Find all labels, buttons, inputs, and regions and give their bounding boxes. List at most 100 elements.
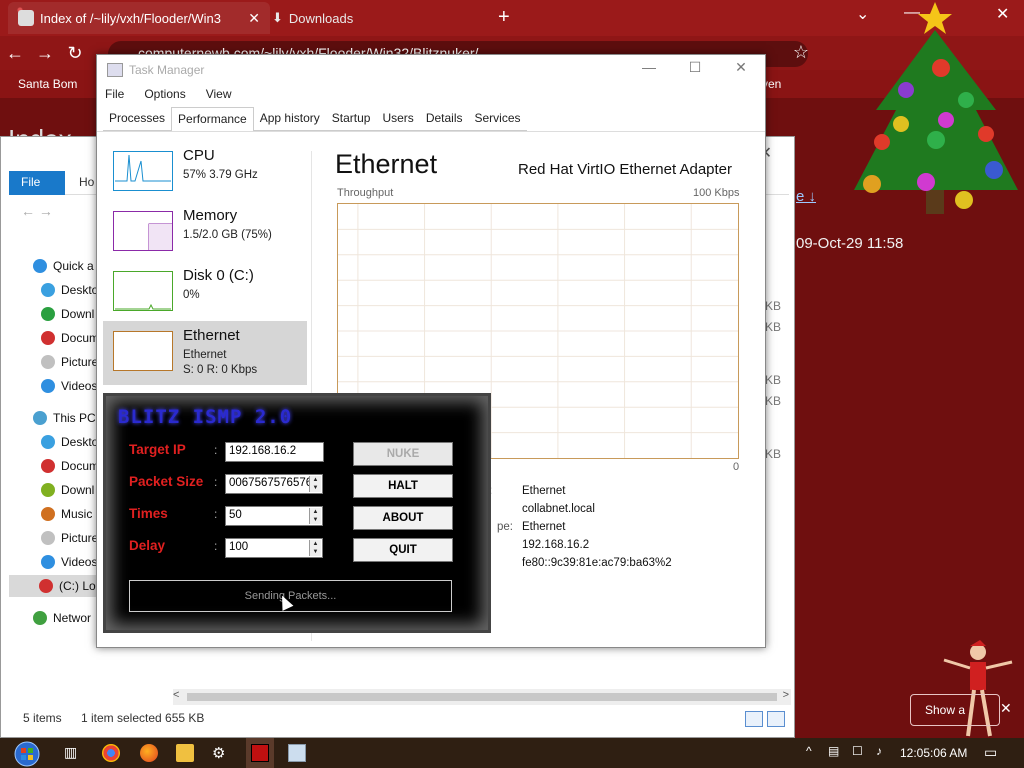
- tab-startup[interactable]: Startup: [325, 107, 377, 131]
- file-explorer-icon[interactable]: [176, 744, 194, 762]
- nav-item[interactable]: Downl: [41, 479, 94, 501]
- settings-gear-icon[interactable]: ⚙: [212, 744, 230, 762]
- nav-item[interactable]: This PC: [33, 407, 96, 429]
- clock[interactable]: 12:05:06 AM: [900, 746, 967, 760]
- minimize-icon[interactable]: —: [627, 59, 671, 81]
- tab-performance[interactable]: Performance: [171, 107, 254, 131]
- back-icon[interactable]: ←: [0, 43, 30, 64]
- label-colon: :: [214, 475, 218, 489]
- packet-size-input[interactable]: 0067567576576 ▲ ▼: [225, 474, 323, 494]
- show-hidden-icons-icon[interactable]: ^: [806, 744, 812, 758]
- nav-item[interactable]: Docum: [41, 455, 99, 477]
- nav-item[interactable]: Quick a: [33, 255, 94, 277]
- explorer-back-forward[interactable]: ← →: [21, 203, 53, 219]
- label-colon: :: [214, 539, 218, 553]
- blitz-app-icon[interactable]: [251, 744, 269, 762]
- tab-details[interactable]: Details: [419, 107, 469, 131]
- tab-bar: Processes Performance App history Startu…: [103, 107, 527, 131]
- notifications-icon[interactable]: ▭: [984, 744, 997, 761]
- large-icons-view-icon[interactable]: [767, 711, 785, 727]
- menu-file[interactable]: File: [105, 87, 124, 101]
- spinner-arrows-icon[interactable]: ▲ ▼: [309, 508, 321, 524]
- videos-icon: [41, 555, 55, 569]
- firefox-icon[interactable]: [140, 744, 158, 762]
- scroll-right-icon[interactable]: >: [783, 689, 789, 701]
- chrome-icon[interactable]: [102, 744, 120, 762]
- volume-icon[interactable]: ♪: [876, 744, 882, 758]
- new-tab-icon[interactable]: +: [498, 6, 510, 29]
- spinner-arrows-icon[interactable]: ▲ ▼: [309, 540, 321, 556]
- nav-item[interactable]: Videos: [41, 551, 97, 573]
- nav-item[interactable]: Videos: [41, 375, 97, 397]
- perf-item-value: 1.5/2.0 GB (75%): [183, 229, 272, 241]
- menu-bar: File Options View: [105, 87, 232, 101]
- task-manager-icon[interactable]: [288, 744, 306, 762]
- perf-item-memory[interactable]: Memory 1.5/2.0 GB (75%): [103, 201, 307, 265]
- network-icon[interactable]: ☐: [852, 744, 863, 758]
- nav-item-label: Downl: [61, 307, 95, 321]
- close-tab-icon[interactable]: ✕: [248, 10, 260, 27]
- perf-item-name: Ethernet: [183, 327, 240, 344]
- perf-item-name: Disk 0 (C:): [183, 267, 254, 284]
- target-ip-input[interactable]: 192.168.16.2: [225, 442, 324, 462]
- pictures-icon: [41, 355, 55, 369]
- nav-item[interactable]: Deskto: [41, 279, 98, 301]
- details-view-icon[interactable]: [745, 711, 763, 727]
- perf-item-ethernet[interactable]: Ethernet Ethernet S: 0 R: 0 Kbps: [103, 321, 307, 385]
- nav-item[interactable]: Networ: [33, 607, 91, 629]
- show-all-downloads-button[interactable]: Show a: [910, 694, 1000, 726]
- nav-item[interactable]: Music: [41, 503, 92, 525]
- close-downloads-bar-icon[interactable]: ✕: [1000, 700, 1012, 717]
- bookmark-item[interactable]: Santa Bom: [18, 77, 77, 91]
- tab-users[interactable]: Users: [376, 107, 420, 131]
- drive-icon: [39, 579, 53, 593]
- start-orb-icon[interactable]: [8, 741, 46, 767]
- times-input[interactable]: 50 ▲ ▼: [225, 506, 323, 526]
- menu-options[interactable]: Options: [144, 87, 185, 101]
- nav-item-label: Docum: [61, 331, 100, 345]
- nav-item[interactable]: Docum: [41, 327, 99, 349]
- scrollbar-thumb[interactable]: [187, 693, 777, 701]
- horizontal-scrollbar[interactable]: < >: [173, 689, 791, 705]
- menu-view[interactable]: View: [206, 87, 232, 101]
- prop-value: Ethernet: [522, 521, 566, 533]
- ribbon-file-tab[interactable]: File: [9, 171, 65, 195]
- browser-tab-active[interactable]: Index of /~lily/vxh/Flooder/Win3 ✕: [8, 2, 270, 34]
- pictures-icon: [41, 531, 55, 545]
- scroll-left-icon[interactable]: <: [173, 689, 179, 701]
- tab-services[interactable]: Services: [468, 107, 527, 131]
- about-button[interactable]: ABOUT: [353, 506, 453, 530]
- nuke-button[interactable]: NUKE: [353, 442, 453, 466]
- spinner-arrows-icon[interactable]: ▲ ▼: [309, 476, 321, 492]
- taskbar: ▥ ⚙ ^ ▤ ☐ ♪ 12:05:06 AM ▭: [0, 738, 1024, 768]
- storage-icon[interactable]: ▤: [828, 744, 839, 758]
- bookmark-star-icon[interactable]: ☆: [786, 42, 816, 63]
- nav-item-label: Picture: [61, 531, 99, 545]
- delay-value: 100: [229, 541, 249, 553]
- nav-item[interactable]: Picture: [41, 351, 98, 373]
- nav-item[interactable]: Picture: [41, 527, 98, 549]
- perf-item-cpu[interactable]: CPU 57% 3.79 GHz: [103, 141, 307, 205]
- tab-processes[interactable]: Processes: [103, 107, 172, 131]
- ribbon-home-tab[interactable]: Ho: [79, 175, 94, 189]
- halt-button[interactable]: HALT: [353, 474, 453, 498]
- prop-value: Ethernet: [522, 485, 566, 497]
- delay-input[interactable]: 100 ▲ ▼: [225, 538, 323, 558]
- reload-icon[interactable]: ↻: [60, 43, 90, 64]
- forward-icon[interactable]: →: [30, 43, 60, 64]
- nav-item[interactable]: Deskto: [41, 431, 98, 453]
- page-link[interactable]: e ↓: [796, 188, 816, 205]
- prop-value: 192.168.16.2: [522, 539, 590, 551]
- task-view-icon[interactable]: ▥: [64, 744, 82, 762]
- maximize-icon[interactable]: ☐: [673, 59, 717, 81]
- quit-button[interactable]: QUIT: [353, 538, 453, 562]
- christmas-tree-icon: [854, 2, 1018, 214]
- times-label: Times: [129, 506, 168, 521]
- nav-item[interactable]: Downl: [41, 303, 94, 325]
- tab-app-history[interactable]: App history: [253, 107, 326, 131]
- browser-tab-downloads[interactable]: ⬇ Downloads: [262, 2, 482, 34]
- graph-max: 100 Kbps: [693, 187, 740, 199]
- close-icon[interactable]: ✕: [719, 59, 763, 81]
- this-pc-icon: [33, 411, 47, 425]
- perf-item-disk[interactable]: Disk 0 (C:) 0%: [103, 261, 307, 325]
